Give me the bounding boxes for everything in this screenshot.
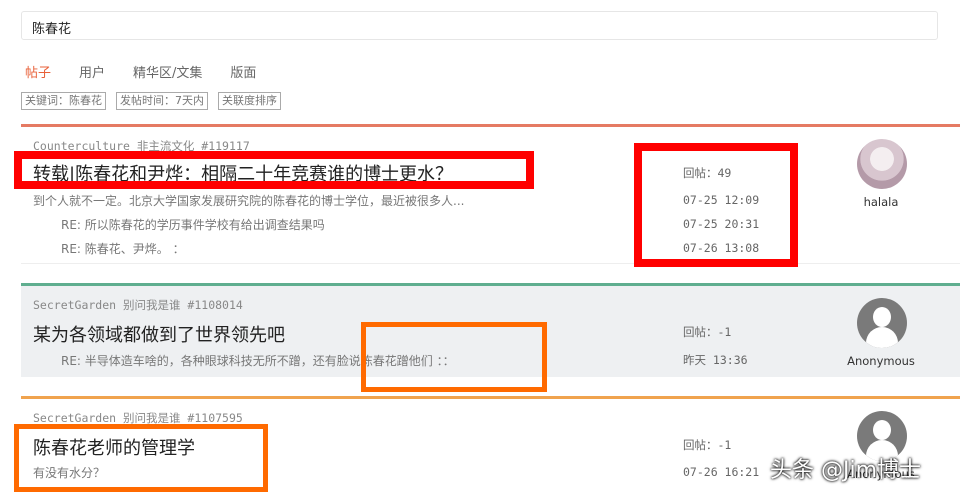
post-card[interactable]: Counterculture 非主流文化 #119117 转载|陈春花和尹烨：相… — [21, 124, 960, 264]
post-title[interactable]: 陈春花老师的管理学 — [33, 434, 195, 460]
reply-item[interactable]: RE: 半导体造车啥的，各种眼球科技无所不蹭，还有脸说陈春花蹭他们 ：： — [61, 352, 455, 369]
reply-item[interactable]: RE: 陈春花、尹烨。 ： — [61, 240, 185, 257]
post-meta[interactable]: SecretGarden 别问我是谁 #1107595 — [33, 410, 243, 426]
post-title[interactable]: 转载|陈春花和尹烨：相隔二十年竞赛谁的博士更水？ — [33, 160, 453, 186]
post-title[interactable]: 某为各领域都做到了世界领先吧 — [33, 321, 285, 347]
watermark: 头条 @Jim博士 — [770, 458, 922, 483]
reply-time: 07-26 13:08 — [683, 241, 760, 255]
default-user-icon[interactable] — [857, 298, 907, 348]
filter-time[interactable]: 发帖时间：7天内 — [116, 92, 208, 110]
post-card[interactable]: SecretGarden 别问我是谁 #1108014 某为各领域都做到了世界领… — [21, 283, 960, 377]
post-meta[interactable]: Counterculture 非主流文化 #119117 — [33, 138, 250, 154]
reply-count: 回帖：-1 — [683, 325, 732, 339]
filter-sort[interactable]: 关联度排序 — [218, 92, 281, 110]
tab-boards[interactable]: 版面 — [230, 62, 256, 81]
username[interactable]: halala — [821, 195, 941, 209]
reply-time: 07-25 20:31 — [683, 217, 760, 231]
reply-item[interactable]: RE: 所以陈春花的学历事件学校有给出调查结果吗 — [61, 216, 325, 233]
post-time: 07-26 16:21 — [683, 465, 760, 479]
tab-users[interactable]: 用户 — [79, 62, 105, 81]
post-meta[interactable]: SecretGarden 别问我是谁 #1108014 — [33, 297, 243, 313]
search-input[interactable]: 陈春花 — [21, 11, 938, 40]
filter-bar: 关键词：陈春花 发帖时间：7天内 关联度排序 — [21, 92, 281, 110]
post-snippet: 到个人就不一定。北京大学国家发展研究院的陈春花的博士学位，最近被很多人... — [33, 194, 465, 208]
post-time: 07-25 12:09 — [683, 193, 760, 207]
tab-bar: 帖子 用户 精华区/文集 版面 — [25, 62, 284, 81]
post-time: 昨天 13:36 — [683, 353, 748, 367]
reply-count: 回帖：49 — [683, 166, 732, 180]
avatar[interactable] — [857, 139, 907, 189]
filter-keyword[interactable]: 关键词：陈春花 — [21, 92, 106, 110]
reply-count: 回帖：-1 — [683, 438, 732, 452]
username[interactable]: Anonymous — [821, 354, 941, 368]
tab-digest[interactable]: 精华区/文集 — [133, 62, 202, 81]
tab-posts[interactable]: 帖子 — [25, 62, 51, 81]
post-snippet: 有没有水分？ — [33, 466, 106, 480]
